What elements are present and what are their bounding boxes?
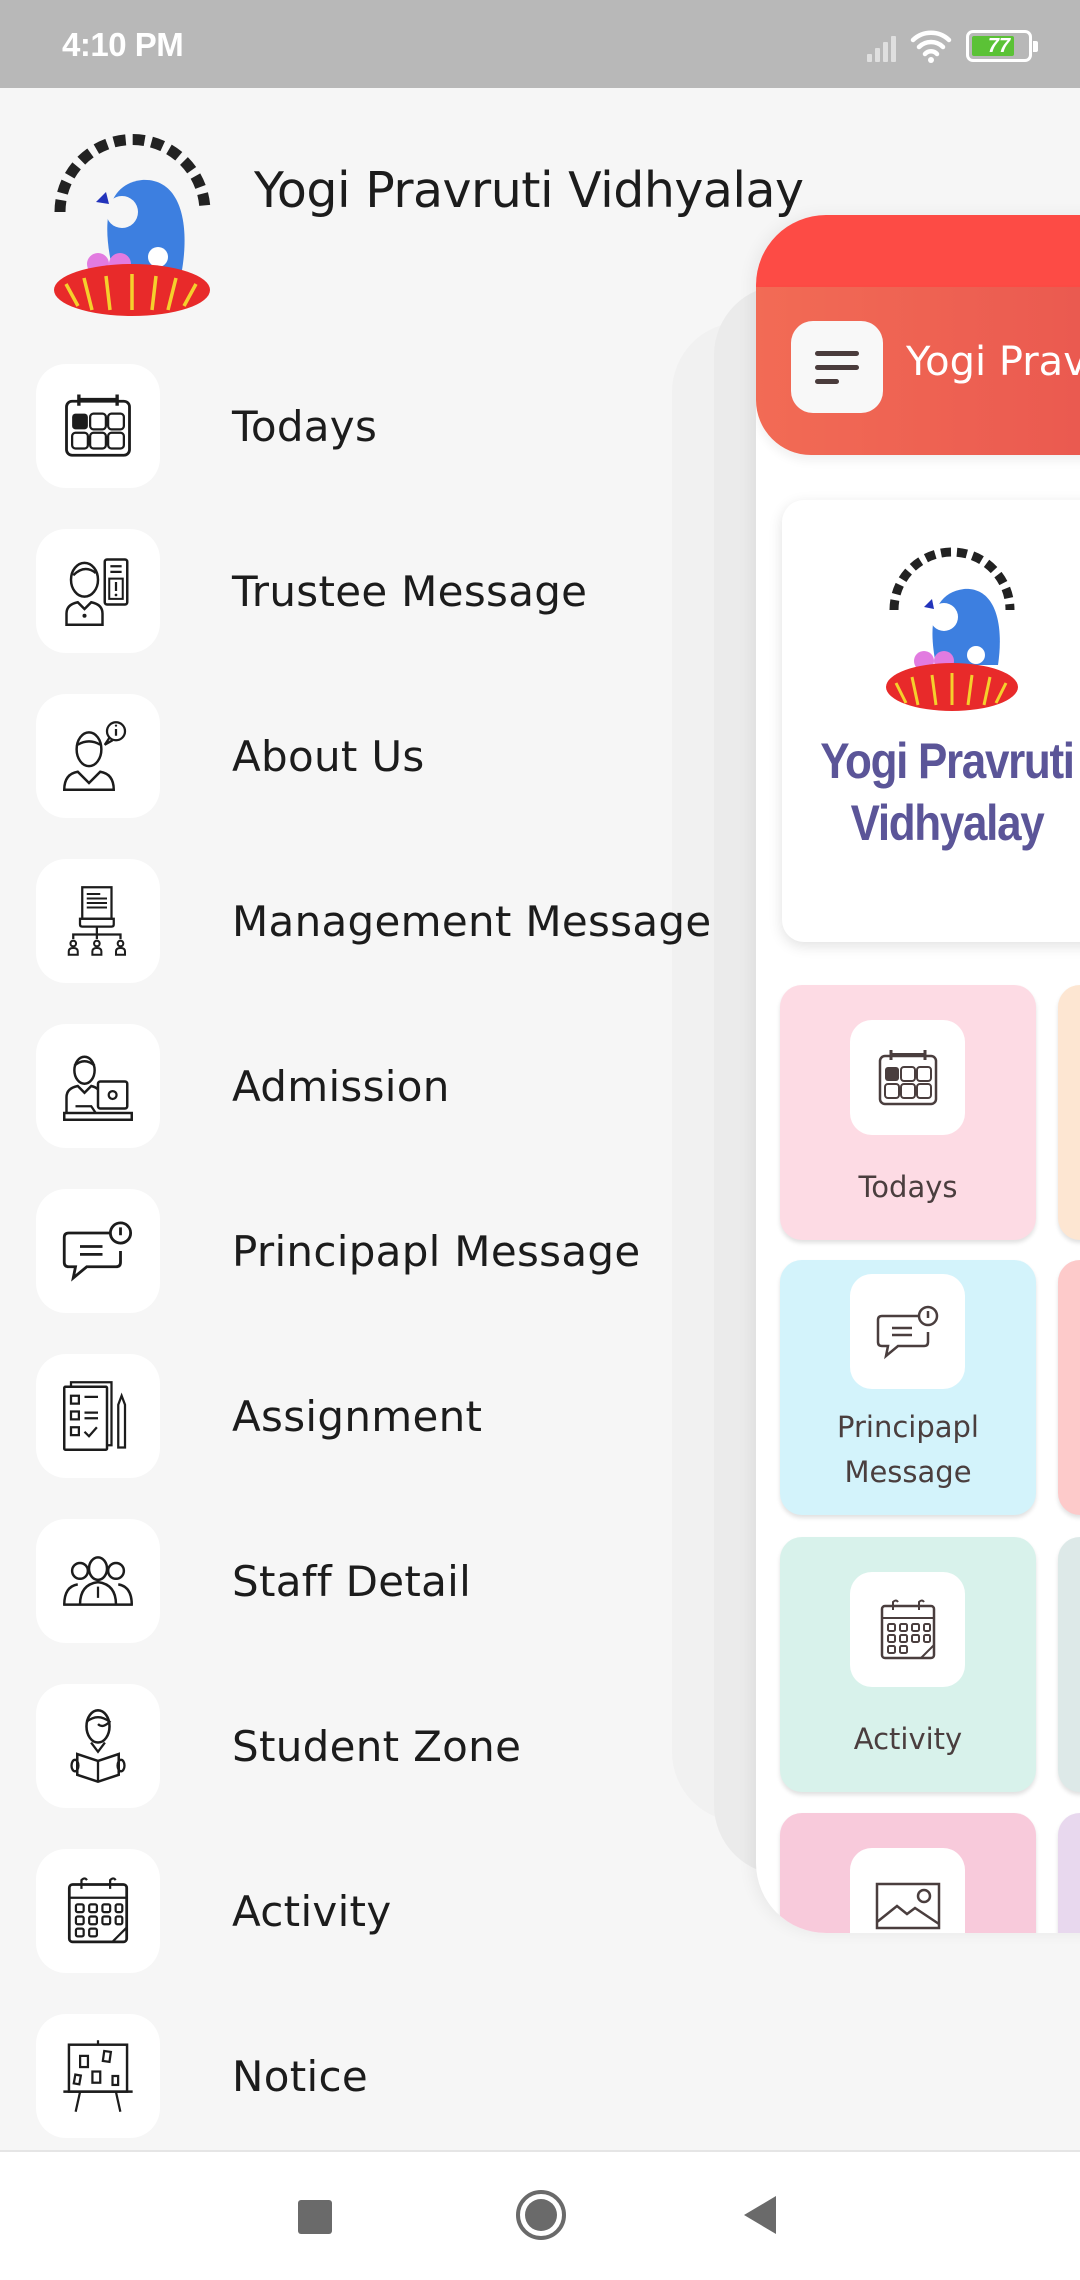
banner-title: Yogi Pravruti Vidhyalay: [820, 733, 1075, 851]
system-nav-bar: [0, 2150, 1080, 2280]
tile-label: Principapl Message: [837, 1410, 979, 1489]
drawer-item-label: About Us: [232, 731, 425, 781]
staff-icon: [63, 1556, 133, 1606]
drawer-item-todays[interactable]: Todays: [36, 364, 377, 488]
wifi-icon: [910, 28, 952, 64]
drawer-item-admission[interactable]: Admission: [36, 1024, 450, 1148]
status-time: 4:10 PM: [62, 26, 184, 63]
drawer-item-label: Notice: [232, 2051, 368, 2101]
signal-icon: [867, 30, 896, 62]
student-zone-icon: [70, 1709, 126, 1784]
drawer-title: Yogi Pravruti Vidhyalay: [254, 162, 804, 219]
drawer-item-trustee-message[interactable]: Trustee Message: [36, 529, 587, 653]
home-button[interactable]: [516, 2190, 566, 2240]
tile-gallery[interactable]: [780, 1813, 1036, 1933]
status-bar: 4:10 PM 77: [0, 0, 1080, 88]
drawer-item-label: Activity: [232, 1886, 392, 1936]
drawer-item-label: Principapl Message: [232, 1226, 641, 1276]
drawer-item-label: Student Zone: [232, 1721, 522, 1771]
assignment-icon: [63, 1381, 127, 1451]
school-logo: [886, 547, 1018, 711]
activity-calendar-icon: [880, 1599, 935, 1659]
recent-apps-button[interactable]: [298, 2200, 332, 2234]
drawer-item-label: Trustee Message: [232, 566, 588, 616]
drawer-item-staff-detail[interactable]: Staff Detail: [36, 1519, 471, 1643]
app-bar-title: Yogi Pravruti Vidhyalay: [906, 339, 1080, 385]
tile-partial[interactable]: [1058, 985, 1080, 1240]
notice-board-icon: [63, 2040, 133, 2113]
drawer-item-label: Staff Detail: [232, 1556, 472, 1606]
tile-label: Activity: [853, 1722, 963, 1756]
tile-principal-message[interactable]: Principapl Message: [780, 1260, 1036, 1515]
drawer-item-label: Assignment: [232, 1391, 483, 1441]
home-status-strip: [756, 215, 1080, 287]
drawer-item-management-message[interactable]: Management Message: [36, 859, 712, 983]
back-button[interactable]: [744, 2196, 776, 2234]
tile-todays[interactable]: Todays: [780, 985, 1036, 1240]
principal-message-icon: [876, 1305, 938, 1359]
drawer-item-notice[interactable]: Notice: [36, 2014, 368, 2138]
drawer-item-about-us[interactable]: About Us: [36, 694, 425, 818]
gallery-image-icon: [875, 1882, 940, 1929]
drawer-item-assignment[interactable]: Assignment: [36, 1354, 482, 1478]
tile-partial[interactable]: [1058, 1813, 1080, 1933]
tile-activity[interactable]: Activity: [780, 1537, 1036, 1792]
drawer-item-activity[interactable]: Activity: [36, 1849, 391, 1973]
drawer-item-label: Admission: [232, 1061, 450, 1111]
trustee-message-icon: [65, 558, 129, 626]
tile-label: Todays: [858, 1170, 958, 1204]
school-banner: Yogi Pravruti Vidhyalay: [782, 500, 1080, 942]
drawer-item-principal-message[interactable]: Principapl Message: [36, 1189, 640, 1313]
calendar-today-icon: [878, 1049, 937, 1105]
battery-level: 77: [987, 35, 1011, 57]
admission-icon: [63, 1055, 133, 1121]
drawer-item-student-zone[interactable]: Student Zone: [36, 1684, 521, 1808]
calendar-today-icon: [65, 394, 131, 457]
menu-button[interactable]: [791, 321, 883, 413]
activity-calendar-icon: [67, 1877, 129, 1944]
management-message-icon: [67, 886, 127, 956]
home-app-bar: Yogi Pravruti Vidhyalay: [756, 287, 1080, 455]
home-screen-preview[interactable]: Yogi Pravruti Vidhyalay Yogi Pravruti Vi…: [756, 215, 1080, 1933]
tile-partial[interactable]: [1058, 1260, 1080, 1515]
drawer-item-label: Todays: [232, 401, 378, 451]
drawer-item-label: Management Message: [232, 896, 712, 946]
school-logo: [54, 134, 211, 316]
status-icons: 77: [867, 28, 1038, 64]
battery-icon: 77: [966, 30, 1038, 62]
menu-icon: [815, 350, 859, 356]
tile-partial[interactable]: [1058, 1537, 1080, 1792]
principal-message-icon: [62, 1221, 133, 1282]
about-us-icon: [63, 721, 127, 791]
